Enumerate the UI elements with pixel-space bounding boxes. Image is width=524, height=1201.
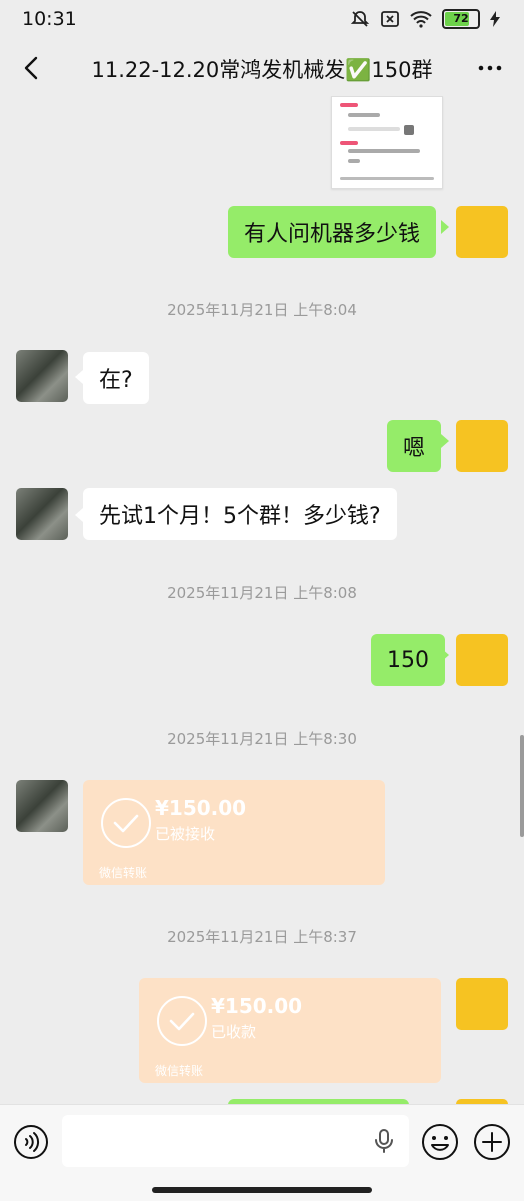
self-avatar[interactable] xyxy=(456,206,508,258)
timestamp: 2025年11月21日 上午8:04 xyxy=(167,301,357,319)
back-arrow-icon[interactable] xyxy=(16,52,48,84)
check-icon xyxy=(157,996,207,1046)
message-input[interactable] xyxy=(62,1115,409,1167)
transfer-amount: ¥150.00 xyxy=(155,796,247,820)
charging-icon xyxy=(490,11,500,27)
message-text: 嗯 xyxy=(403,436,426,461)
chat-area[interactable]: 有人问机器多少钱 2025年11月21日 上午8:04 在? 嗯 先试1个月！5… xyxy=(0,96,524,1104)
status-bar: 10:31 72 xyxy=(0,0,524,40)
plus-icon[interactable] xyxy=(473,1123,511,1161)
status-icons: 72 xyxy=(350,9,500,29)
transfer-status: 已被接收 xyxy=(155,825,216,843)
battery-level: 72 xyxy=(453,12,469,25)
input-bar xyxy=(0,1104,524,1201)
scrollbar[interactable] xyxy=(520,735,524,837)
self-avatar[interactable] xyxy=(456,420,508,472)
more-icon[interactable] xyxy=(474,52,506,84)
battery-icon: 72 xyxy=(442,9,480,29)
message-text: 有人问机器多少钱 xyxy=(244,222,421,247)
message-text: 在? xyxy=(99,368,133,393)
message-text: 先试1个月！5个群！多少钱? xyxy=(99,504,381,529)
contact-avatar[interactable] xyxy=(16,488,68,540)
mute-icon xyxy=(350,11,370,27)
no-sim-icon xyxy=(381,11,399,27)
emoji-icon[interactable] xyxy=(421,1123,459,1161)
voice-icon[interactable] xyxy=(13,1124,49,1160)
chat-title: 11.22-12.20常鸿发机械发✅150群 xyxy=(91,58,433,82)
contact-avatar[interactable] xyxy=(16,780,68,832)
transfer-card[interactable]: ¥150.00 已收款 微信转账 xyxy=(139,978,441,1083)
timestamp: 2025年11月21日 上午8:37 xyxy=(167,928,357,946)
contact-avatar[interactable] xyxy=(16,350,68,402)
home-indicator[interactable] xyxy=(152,1187,372,1193)
message-bubble-incoming[interactable]: 先试1个月！5个群！多少钱? xyxy=(83,488,397,540)
message-text: 150 xyxy=(387,647,429,673)
shared-screenshot-image[interactable] xyxy=(331,96,443,189)
timestamp: 2025年11月21日 上午8:08 xyxy=(167,584,357,602)
transfer-card[interactable]: ¥150.00 已被接收 微信转账 xyxy=(83,780,385,885)
message-bubble-outgoing[interactable]: 嗯 xyxy=(387,420,442,472)
transfer-amount: ¥150.00 xyxy=(211,994,303,1018)
mic-icon[interactable] xyxy=(373,1129,395,1153)
message-bubble-incoming[interactable]: 在? xyxy=(83,352,149,404)
transfer-status: 已收款 xyxy=(211,1023,257,1041)
transfer-label: 微信转账 xyxy=(99,866,148,880)
check-icon xyxy=(101,798,151,848)
wifi-icon xyxy=(410,11,432,28)
message-bubble-outgoing[interactable]: 有人问机器多少钱 xyxy=(228,206,437,258)
status-time: 10:31 xyxy=(22,8,77,30)
message-bubble-outgoing[interactable]: 150 xyxy=(371,634,445,686)
self-avatar[interactable] xyxy=(456,634,508,686)
self-avatar[interactable] xyxy=(456,978,508,1030)
transfer-label: 微信转账 xyxy=(155,1064,204,1078)
nav-bar: 11.22-12.20常鸿发机械发✅150群 xyxy=(0,40,524,96)
timestamp: 2025年11月21日 上午8:30 xyxy=(167,730,357,748)
